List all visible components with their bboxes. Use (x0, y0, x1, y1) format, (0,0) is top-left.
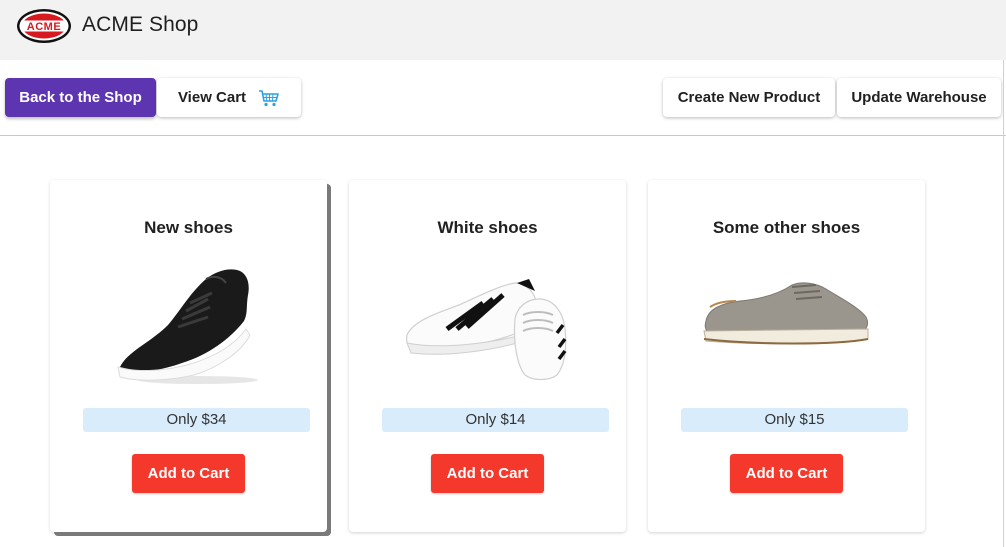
product-card[interactable]: White shoes Only $14 Add to Cart (349, 180, 626, 532)
view-cart-label: View Cart (177, 89, 247, 106)
update-warehouse-label: Update Warehouse (851, 89, 987, 106)
product-card[interactable]: New shoes Only $34 Add to Cart (50, 180, 327, 532)
add-to-cart-label: Add to Cart (446, 465, 529, 482)
product-price: Only $14 (382, 408, 609, 432)
product-name: White shoes (437, 218, 538, 237)
grey-shoe-image (703, 282, 869, 345)
product-card[interactable]: Some other shoes Only $15 Add to Cart (648, 180, 925, 532)
add-to-cart-button[interactable]: Add to Cart (730, 454, 843, 493)
svg-text:ACME: ACME (27, 21, 61, 33)
app-title: ACME Shop (82, 13, 199, 36)
back-to-shop-label: Back to the Shop (19, 89, 142, 106)
add-to-cart-label: Add to Cart (745, 465, 828, 482)
acme-logo: ACME (17, 9, 71, 43)
scrollbar-edge (1003, 60, 1004, 547)
add-to-cart-button[interactable]: Add to Cart (431, 454, 544, 493)
create-new-product-button[interactable]: Create New Product (663, 78, 835, 117)
white-sneakers-image (406, 279, 567, 381)
product-name: New shoes (144, 218, 233, 237)
product-name: Some other shoes (712, 218, 861, 237)
black-sneaker-image (117, 269, 258, 384)
app-bar: ACME ACME Shop (0, 0, 1006, 60)
add-to-cart-button[interactable]: Add to Cart (132, 454, 245, 493)
back-to-shop-button[interactable]: Back to the Shop (5, 78, 156, 117)
shopping-cart-icon (259, 89, 279, 106)
create-new-product-label: Create New Product (677, 89, 821, 106)
view-cart-button[interactable]: View Cart (157, 78, 301, 117)
add-to-cart-label: Add to Cart (147, 465, 230, 482)
toolbar: Back to the Shop View Cart Create New Pr… (0, 60, 1006, 136)
product-price: Only $15 (681, 408, 908, 432)
update-warehouse-button[interactable]: Update Warehouse (837, 78, 1001, 117)
product-price: Only $34 (83, 408, 310, 432)
